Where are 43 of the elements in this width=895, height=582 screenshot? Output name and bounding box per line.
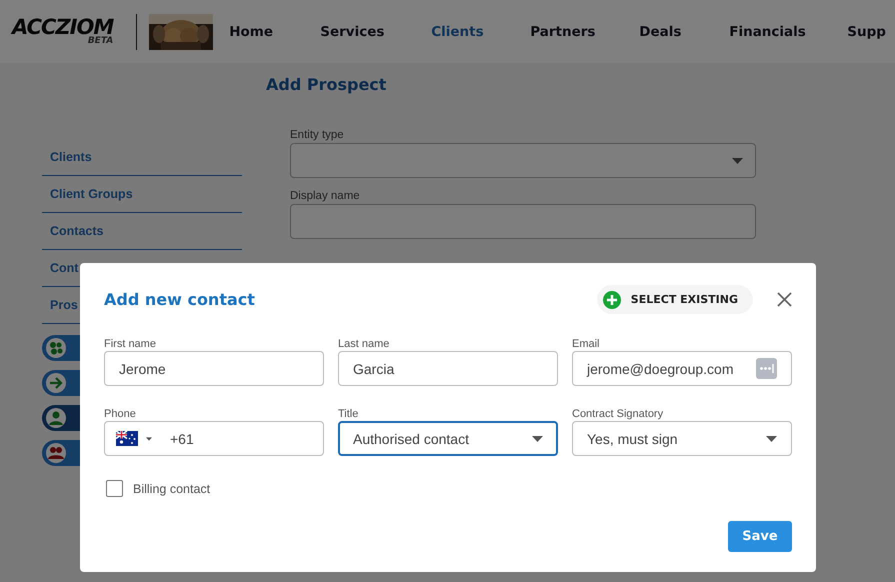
- field-label: Contract Signatory: [572, 408, 664, 420]
- dots-icon[interactable]: [756, 358, 777, 379]
- nav-link[interactable]: Services: [320, 24, 432, 40]
- nav-link[interactable]: Financials: [729, 24, 848, 40]
- field-label: Title: [338, 408, 360, 420]
- sidebar-item[interactable]: Client Groups: [42, 176, 242, 213]
- people-icon: [45, 442, 67, 464]
- flag-icon: [116, 431, 138, 446]
- dropdown-caret-icon: [532, 436, 543, 442]
- page-title: Add Prospect: [266, 75, 388, 94]
- field-label: First name: [104, 338, 157, 350]
- logo[interactable]: ACCZIOM BETA: [12, 17, 114, 46]
- field-label: Display name: [290, 190, 361, 202]
- checkbox[interactable]: [106, 480, 123, 497]
- nav-link[interactable]: Partners: [530, 24, 640, 40]
- dropdown-caret-icon: [732, 158, 743, 164]
- field-label: Last name: [338, 338, 390, 350]
- nav-link[interactable]: Deals: [639, 24, 730, 40]
- select-field[interactable]: Authorised contact: [338, 421, 558, 456]
- sidebar-item[interactable]: Contacts: [42, 213, 242, 250]
- nav-link[interactable]: Supp: [847, 24, 888, 40]
- field-label: Email: [572, 338, 601, 350]
- dropdown-caret-icon: [766, 436, 777, 442]
- close-icon[interactable]: [777, 292, 792, 307]
- input-field[interactable]: [290, 204, 756, 239]
- select-field[interactable]: Yes, must sign: [572, 421, 792, 456]
- select-field[interactable]: [290, 143, 756, 178]
- plus-icon: [602, 290, 621, 308]
- input-field[interactable]: Garcia: [338, 351, 558, 386]
- phone-field[interactable]: +61: [104, 421, 324, 456]
- field-label: Phone: [104, 408, 137, 420]
- dialog-title: Add new contact: [104, 290, 256, 309]
- checkbox-label: Billing contact: [133, 482, 210, 496]
- person-icon: [45, 407, 67, 429]
- dots-icon: [45, 337, 67, 359]
- sidebar-item[interactable]: Clients: [42, 139, 242, 176]
- select-existing-button[interactable]: SELECT EXISTING: [596, 285, 753, 314]
- input-field[interactable]: jerome@doegroup.com: [572, 351, 792, 386]
- input-field[interactable]: Jerome: [104, 351, 324, 386]
- save-button[interactable]: Save: [728, 521, 792, 552]
- nav-link[interactable]: Clients: [431, 24, 530, 40]
- field-label: Entity type: [290, 129, 345, 141]
- nav-link[interactable]: Home: [229, 24, 320, 40]
